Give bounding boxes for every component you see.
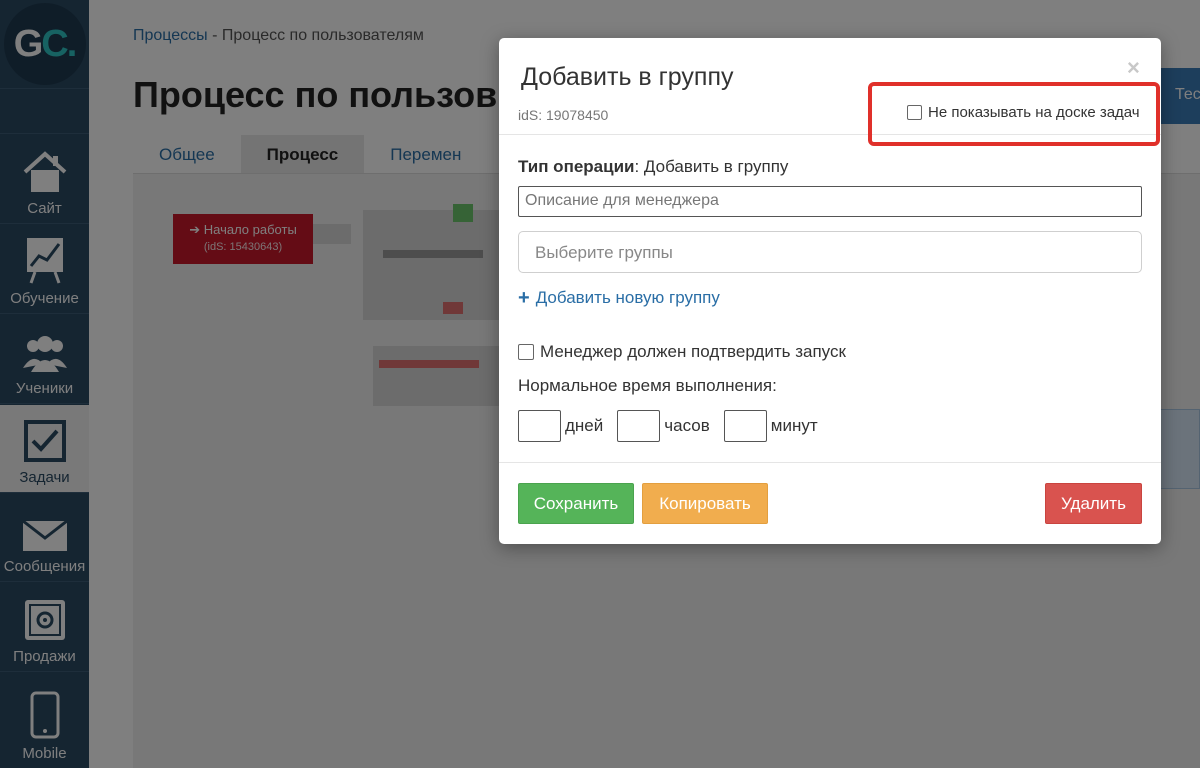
dialog-ids: idS: 19078450 bbox=[518, 107, 609, 123]
hours-label: часов bbox=[664, 416, 710, 435]
copy-button[interactable]: Копировать bbox=[642, 483, 768, 524]
minutes-input[interactable] bbox=[723, 410, 767, 442]
minutes-label: минут bbox=[770, 416, 818, 435]
operation-type: Тип операции: Добавить в группу bbox=[518, 157, 788, 177]
operation-type-value: : Добавить в группу bbox=[634, 157, 789, 176]
plus-icon: + bbox=[518, 286, 530, 309]
normal-time-inputs: дней часов минут bbox=[518, 410, 832, 442]
close-icon[interactable]: × bbox=[1127, 55, 1140, 81]
add-new-group-link[interactable]: + Добавить новую группу bbox=[518, 288, 720, 308]
days-input[interactable] bbox=[518, 410, 561, 442]
normal-time-label: Нормальное время выполнения: bbox=[518, 376, 777, 395]
manager-confirm-checkbox[interactable] bbox=[518, 344, 534, 360]
groups-select[interactable]: Выберите группы bbox=[518, 231, 1142, 273]
dialog-title: Добавить в группу bbox=[521, 63, 734, 91]
highlight-frame bbox=[868, 82, 1160, 146]
days-label: дней bbox=[565, 416, 604, 435]
operation-type-label: Тип операции bbox=[518, 157, 635, 176]
footer-divider bbox=[499, 462, 1161, 463]
save-button[interactable]: Сохранить bbox=[518, 483, 634, 524]
manager-description-input[interactable]: Описание для менеджера bbox=[518, 186, 1142, 217]
delete-button[interactable]: Удалить bbox=[1045, 483, 1142, 524]
manager-confirm-option[interactable]: Менеджер должен подтвердить запуск bbox=[518, 342, 846, 362]
manager-confirm-label: Менеджер должен подтвердить запуск bbox=[540, 342, 846, 361]
add-new-group-label: Добавить новую группу bbox=[535, 288, 720, 307]
hours-input[interactable] bbox=[617, 410, 661, 442]
